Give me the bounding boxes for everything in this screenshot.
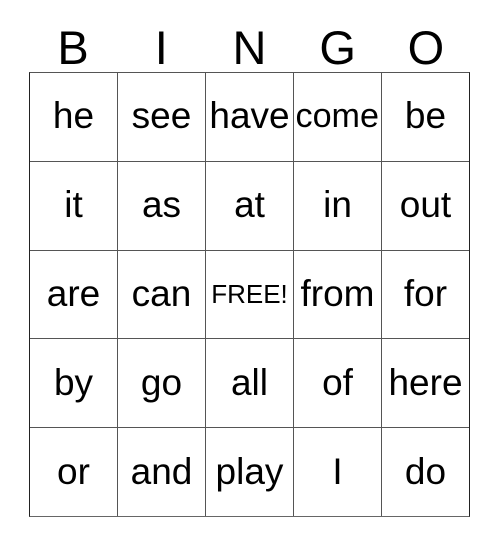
bingo-cell[interactable]: and — [117, 428, 205, 516]
bingo-cell-label: out — [399, 184, 452, 226]
bingo-cell[interactable]: or — [30, 428, 117, 516]
bingo-cell-label: of — [322, 361, 353, 403]
bingo-cell[interactable]: in — [293, 161, 381, 250]
bingo-cell-label: all — [230, 361, 269, 403]
bingo-row: by go all of here — [30, 338, 469, 428]
bingo-row: it as at in out — [30, 160, 469, 250]
bingo-cell-label: come — [295, 97, 380, 135]
bingo-cell-label: as — [141, 184, 182, 226]
bingo-cell-label: it — [64, 184, 83, 226]
bingo-cell[interactable]: can — [117, 250, 205, 339]
bingo-cell[interactable]: be — [381, 73, 469, 161]
bingo-cell-label: see — [131, 95, 192, 137]
bingo-cell[interactable]: as — [117, 161, 205, 250]
bingo-header-letter: G — [319, 21, 356, 74]
bingo-cell-label: can — [131, 273, 192, 315]
bingo-cell[interactable]: from — [293, 250, 381, 339]
bingo-cell-label: or — [57, 450, 90, 492]
bingo-cell[interactable]: of — [293, 339, 381, 428]
bingo-cell[interactable]: all — [205, 339, 293, 428]
bingo-cell[interactable]: at — [205, 161, 293, 250]
bingo-cell-label: go — [140, 361, 183, 403]
bingo-cell-label: by — [53, 361, 94, 403]
bingo-cell-label: he — [52, 95, 95, 137]
bingo-cell[interactable]: play — [205, 428, 293, 516]
bingo-header-letter: B — [57, 21, 89, 74]
bingo-header-letter: N — [232, 21, 267, 74]
bingo-header-letter: O — [407, 21, 445, 74]
bingo-cell[interactable]: go — [117, 339, 205, 428]
bingo-cell-label: I — [332, 450, 343, 492]
bingo-cell[interactable]: out — [381, 161, 469, 250]
bingo-cell-label: here — [388, 361, 463, 403]
bingo-cell[interactable]: he — [30, 73, 117, 161]
bingo-cell-label: have — [209, 95, 290, 137]
bingo-row: he see have come be — [30, 73, 469, 161]
bingo-card: B I NGO he see have come be it as at in out are can FR… — [0, 0, 500, 544]
bingo-cell-label: at — [234, 184, 265, 226]
bingo-cell-label: from — [300, 273, 375, 315]
bingo-cell[interactable]: it — [30, 161, 117, 250]
bingo-cell[interactable]: by — [30, 339, 117, 428]
bingo-cell-label: in — [323, 184, 352, 226]
bingo-cell-label: for — [403, 273, 448, 315]
bingo-cell[interactable]: for — [381, 250, 469, 339]
bingo-free-space-cell[interactable]: FREE! — [205, 250, 293, 339]
bingo-cell[interactable]: see — [117, 73, 205, 161]
bingo-cell[interactable]: are — [30, 250, 117, 339]
bingo-header-letter: I — [154, 21, 168, 74]
bingo-cell-label: FREE! — [211, 278, 288, 309]
bingo-cell-label: are — [46, 273, 101, 315]
bingo-grid: he see have come be it as at in out are can FREE! fro… — [29, 72, 470, 517]
bingo-row: are can FREE! from for — [30, 249, 469, 339]
bingo-header-row: B I NGO — [29, 18, 470, 72]
bingo-cell[interactable]: I — [293, 428, 381, 516]
bingo-cell-label: be — [404, 95, 447, 137]
bingo-cell[interactable]: do — [381, 428, 469, 516]
bingo-cell[interactable]: here — [381, 339, 469, 428]
bingo-cell[interactable]: have — [205, 73, 293, 161]
bingo-cell-label: play — [215, 450, 284, 492]
bingo-cell-label: do — [404, 450, 447, 492]
bingo-cell-label: and — [130, 450, 193, 492]
bingo-cell[interactable]: come — [293, 73, 381, 161]
bingo-row: or and play Ido — [30, 427, 469, 516]
